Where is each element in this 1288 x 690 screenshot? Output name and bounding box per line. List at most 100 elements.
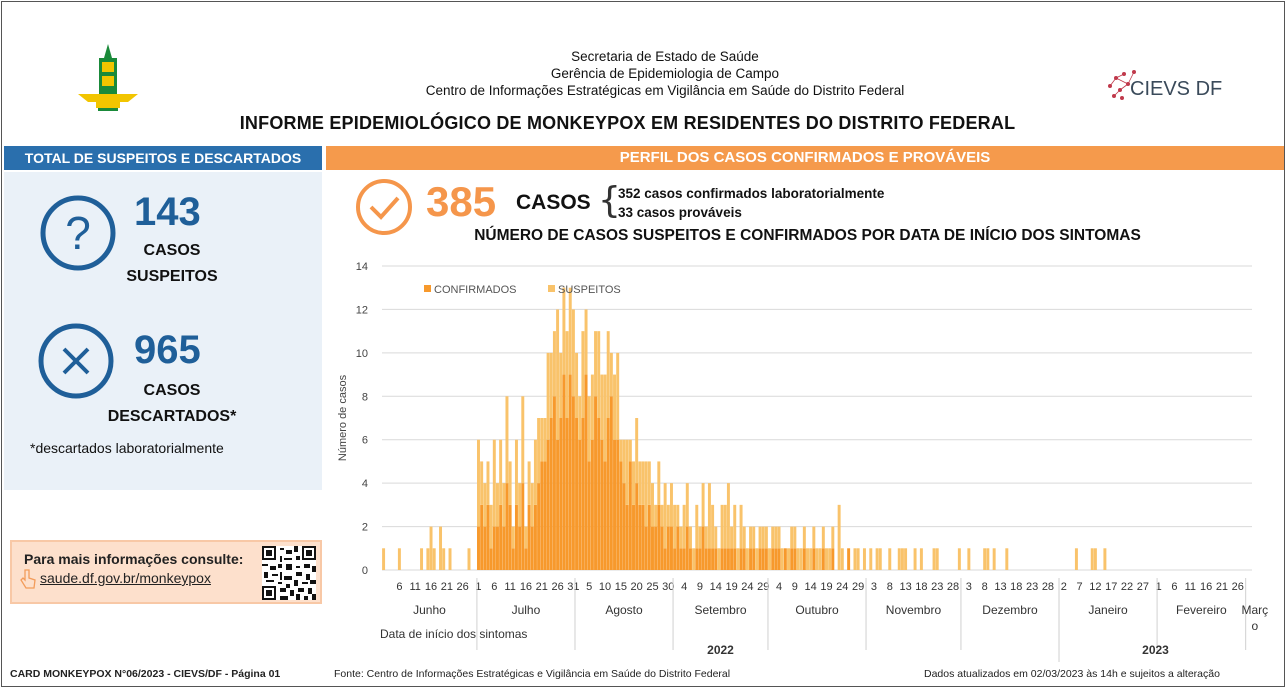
bar-confirmados xyxy=(688,548,692,570)
bar-confirmados xyxy=(543,461,547,570)
footer-updated: Dados atualizados em 02/03/2023 às 14h e… xyxy=(924,668,1220,680)
bar-confirmados xyxy=(568,374,572,570)
bar-confirmados xyxy=(537,483,541,570)
bar-suspeitos xyxy=(774,526,778,549)
bar-suspeitos xyxy=(565,331,569,418)
bar-confirmados xyxy=(660,526,664,570)
cases-chart: 02468101214Número de casos6 11 16 21 26Junho… xyxy=(337,261,1268,662)
bar-confirmados xyxy=(508,504,512,570)
bar-suspeitos xyxy=(802,526,806,549)
bar-confirmados xyxy=(594,396,598,570)
x-tick-label: 9 xyxy=(792,581,798,593)
bar-suspeitos xyxy=(815,548,819,570)
y-tick-label: 4 xyxy=(362,478,368,490)
bar-suspeitos xyxy=(609,352,613,397)
bar-suspeitos xyxy=(508,461,512,505)
bar-confirmados xyxy=(606,418,610,570)
qr-code-icon[interactable] xyxy=(262,546,316,600)
header-line-1: Secretaria de Estado de Saúde xyxy=(571,49,759,64)
bar-suspeitos xyxy=(717,548,721,570)
x-tick-label: 17 xyxy=(1105,581,1117,593)
bar-suspeitos xyxy=(812,526,816,549)
x-tick-label: 31 xyxy=(567,581,579,593)
bar-suspeitos xyxy=(546,352,550,440)
bar-suspeitos xyxy=(840,548,844,570)
bar-suspeitos xyxy=(524,526,528,549)
discarded-label-line2: DESCARTADOS* xyxy=(107,408,237,425)
bar-suspeitos xyxy=(790,526,794,549)
month-label: Novembro xyxy=(886,603,942,617)
bar-suspeitos xyxy=(533,439,537,505)
bar-confirmados xyxy=(625,504,629,570)
x-tick-label: 7 xyxy=(1077,581,1083,593)
x-tick-label: 25 xyxy=(646,581,658,593)
bar-confirmados xyxy=(644,526,648,570)
bar-confirmados xyxy=(764,548,768,570)
info-link[interactable]: saude.df.gov.br/monkeypox xyxy=(40,570,211,586)
x-tick-label: 6 xyxy=(1171,581,1177,593)
bar-confirmados xyxy=(584,374,588,570)
probable-detail: 33 casos prováveis xyxy=(618,205,742,220)
bar-suspeitos xyxy=(986,548,990,570)
bar-suspeitos xyxy=(875,548,879,570)
bar-confirmados xyxy=(565,418,569,570)
bar-confirmados xyxy=(502,526,506,570)
bar-confirmados xyxy=(518,526,522,570)
bar-suspeitos xyxy=(514,439,518,505)
x-tick-label: 4 xyxy=(681,581,687,593)
x-tick-label: 20 xyxy=(631,581,643,593)
x-tick-label: 29 xyxy=(852,581,864,593)
bar-confirmados xyxy=(847,548,851,570)
bar-suspeitos xyxy=(739,504,743,549)
month-label: Julho xyxy=(512,603,541,617)
bar-suspeitos xyxy=(511,526,515,549)
bar-suspeitos xyxy=(862,548,866,570)
bar-confirmados xyxy=(704,548,708,570)
month-label: Fevereiro xyxy=(1176,603,1227,617)
bar-suspeitos xyxy=(587,396,591,462)
month-label: o xyxy=(1251,619,1258,633)
bar-confirmados xyxy=(730,548,734,570)
bar-suspeitos xyxy=(603,374,607,462)
legend-label: SUSPEITOS xyxy=(558,284,621,296)
bar-suspeitos xyxy=(831,526,835,549)
x-tick-label: 21 xyxy=(536,581,548,593)
bar-suspeitos xyxy=(1005,548,1009,570)
bar-suspeitos xyxy=(568,287,572,375)
x-tick-label: 16 xyxy=(1200,581,1212,593)
bar-suspeitos xyxy=(730,526,734,549)
x-tick-label: 11 xyxy=(1185,581,1196,593)
legend-swatch xyxy=(424,285,431,292)
bar-confirmados xyxy=(761,548,765,570)
bar-suspeitos xyxy=(575,352,579,418)
x-tick-label: 16 xyxy=(425,581,437,593)
x-tick-label: 14 xyxy=(710,581,722,593)
y-tick-label: 6 xyxy=(362,435,368,447)
bar-suspeitos xyxy=(505,396,509,484)
bar-suspeitos xyxy=(502,483,506,527)
x-tick-label: 24 xyxy=(836,581,848,593)
bar-suspeitos xyxy=(793,526,797,549)
year-label: 2023 xyxy=(1142,643,1169,657)
x-tick-label: 6 xyxy=(491,581,497,593)
bar-suspeitos xyxy=(932,548,936,570)
bar-confirmados xyxy=(635,483,639,570)
legend-label: CONFIRMADOS xyxy=(434,284,517,296)
bar-suspeitos xyxy=(967,548,971,570)
total-cases-count: 385 xyxy=(426,178,497,225)
bar-suspeitos xyxy=(486,461,490,505)
bar-suspeitos xyxy=(429,526,433,570)
bar-suspeitos xyxy=(777,526,781,549)
bar-suspeitos xyxy=(432,548,436,570)
bar-suspeitos xyxy=(761,526,765,549)
bar-suspeitos xyxy=(578,396,582,440)
svg-text:?: ? xyxy=(65,207,91,259)
x-tick-label: 26 xyxy=(1232,581,1244,593)
x-tick-label: 3 xyxy=(871,581,877,593)
bar-confirmados xyxy=(641,504,645,570)
bar-confirmados xyxy=(666,526,670,570)
bar-confirmados xyxy=(723,548,727,570)
bar-suspeitos xyxy=(676,504,680,527)
x-tick-label: 21 xyxy=(441,581,453,593)
bar-suspeitos xyxy=(752,526,756,549)
